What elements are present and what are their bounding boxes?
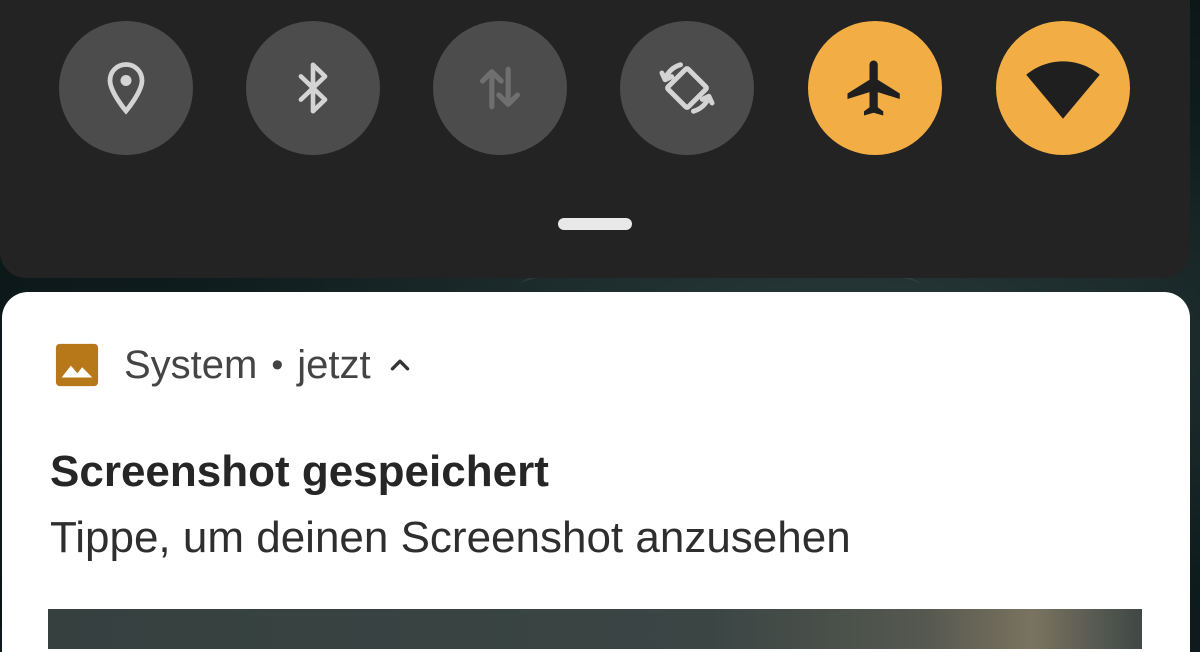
chevron-up-icon[interactable] bbox=[387, 352, 413, 378]
auto-rotate-icon bbox=[659, 62, 715, 114]
notification-header: System • jetzt bbox=[54, 340, 413, 390]
drag-handle[interactable] bbox=[558, 218, 632, 230]
screenshot-preview[interactable] bbox=[48, 609, 1142, 649]
notification-title: Screenshot gespeichert bbox=[50, 447, 549, 496]
image-icon bbox=[55, 343, 99, 387]
airplane-mode-tile[interactable] bbox=[808, 21, 942, 155]
app-name: System bbox=[124, 343, 258, 387]
location-tile[interactable] bbox=[59, 21, 193, 155]
screenshot-notification[interactable]: System • jetzt Screenshot gespeichert Ti… bbox=[2, 292, 1190, 652]
airplane-icon bbox=[847, 60, 900, 116]
mobile-data-tile[interactable] bbox=[433, 21, 567, 155]
quick-settings-panel bbox=[0, 0, 1190, 278]
bluetooth-icon bbox=[298, 62, 328, 114]
wifi-tile[interactable] bbox=[996, 21, 1130, 155]
bluetooth-tile[interactable] bbox=[246, 21, 380, 155]
mobile-data-icon bbox=[479, 66, 521, 110]
wifi-icon bbox=[1026, 61, 1100, 119]
separator-dot: • bbox=[271, 346, 284, 384]
notification-time: jetzt bbox=[297, 343, 371, 387]
location-pin-icon bbox=[107, 62, 145, 115]
notification-text: Tippe, um deinen Screenshot anzusehen bbox=[50, 513, 851, 562]
auto-rotate-tile[interactable] bbox=[620, 21, 754, 155]
